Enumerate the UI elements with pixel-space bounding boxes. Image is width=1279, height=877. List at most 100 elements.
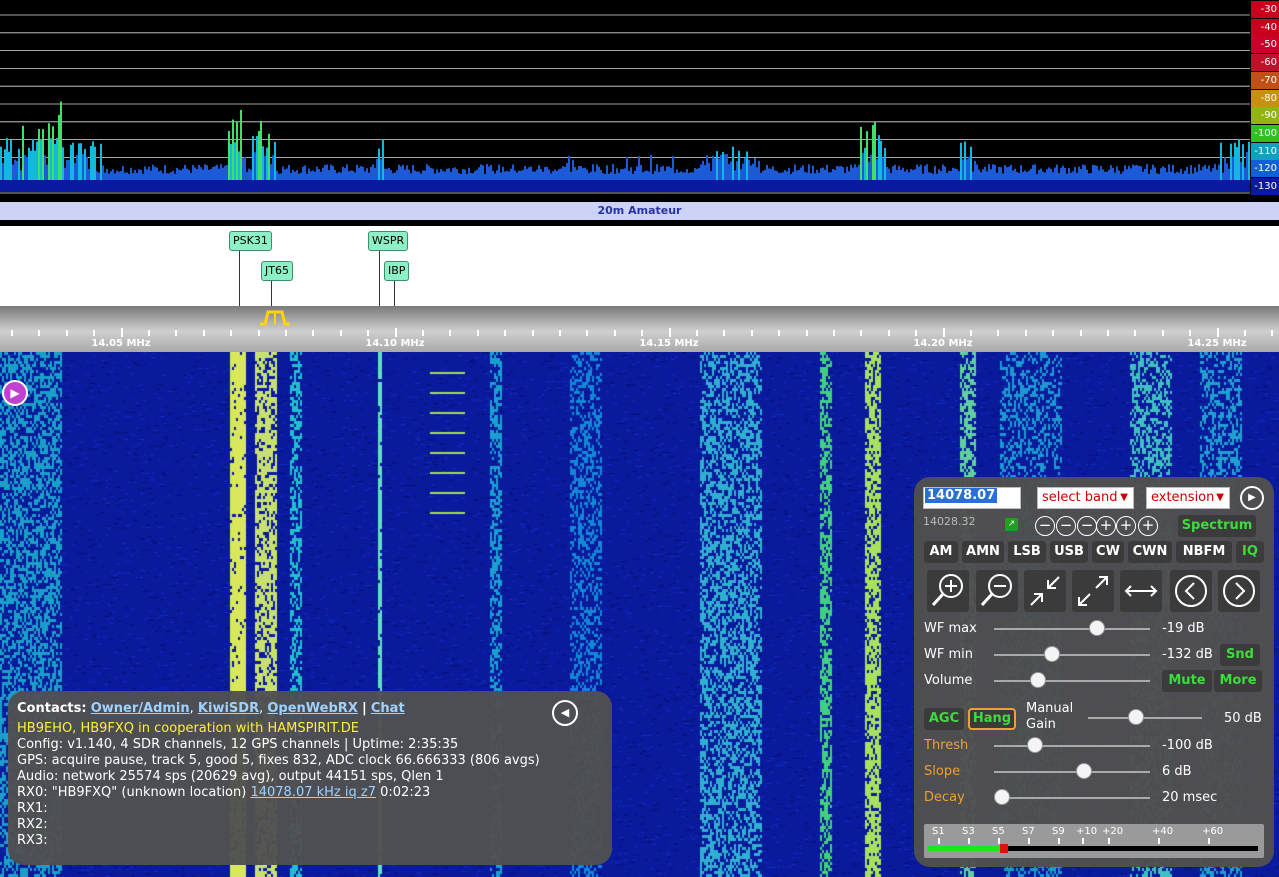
zoom-max-in-icon[interactable] [1024,570,1066,612]
spectrum-bin [766,164,768,180]
step-up-small-icon[interactable]: + [1096,516,1116,536]
spectrum-bin [546,166,548,180]
play-icon[interactable]: ▶ [1240,486,1264,510]
select-band-dropdown[interactable]: select band ▼ [1037,487,1134,509]
play-icon[interactable]: ▶ [2,380,28,406]
spectrum-display[interactable]: -30 -40 -50 -60 -70 -80 -90 -100 -110 -120 -130 [0,0,1279,198]
zoom-in-icon[interactable] [927,570,969,612]
spectrum-bin [1218,164,1220,180]
rx0-freq-link[interactable]: 14078.07 kHz iq z7 [250,785,376,800]
wf-max-slider[interactable] [994,628,1150,630]
link-icon[interactable]: ↗ [1005,518,1018,531]
snd-button[interactable]: Snd [1220,644,1260,666]
rx0-time: 0:02:23 [380,785,431,800]
spectrum-bin [1200,170,1202,180]
spectrum-bin [1206,168,1208,180]
swap-arrows-icon[interactable] [1120,570,1162,612]
wf-min-label: WF min [924,647,973,662]
spectrum-bin [966,159,968,180]
collapse-left-icon[interactable]: ◀ [552,700,578,726]
dx-label-jt65[interactable]: JT65 [261,261,293,281]
wf-max-value: -19 dB [1162,621,1205,636]
dx-label-ibp[interactable]: IBP [384,261,410,281]
step-down-medium-icon[interactable]: − [1056,516,1076,536]
chat-link[interactable]: Chat [371,701,405,716]
spectrum-bin [128,173,130,180]
more-button[interactable]: More [1214,670,1262,692]
spectrum-bin [1022,171,1024,180]
spectrum-bin [1070,172,1072,180]
mode-iq-button[interactable]: IQ [1236,541,1264,563]
mode-lsb-button[interactable]: LSB [1008,541,1046,563]
owner-admin-link[interactable]: Owner/Admin [91,701,190,716]
spectrum-bin [278,173,280,180]
spectrum-bin [480,164,482,180]
thresh-thumb[interactable] [1026,737,1043,753]
mode-usb-button[interactable]: USB [1050,541,1088,563]
spectrum-bin [418,171,420,180]
agc-button[interactable]: AGC [924,708,964,730]
spectrum-bin [1032,164,1034,180]
step-down-large-icon[interactable]: − [1035,516,1055,536]
spectrum-bin [250,169,252,180]
scale-tick [1162,330,1164,336]
zoom-out-icon[interactable] [976,570,1018,612]
kiwisdr-receiver: -30 -40 -50 -60 -70 -80 -90 -100 -110 -120 -130 20… [0,0,1279,877]
spectrum-bin [908,172,910,180]
spectrum-bin [380,159,382,180]
extension-dropdown[interactable]: extension ▼ [1146,487,1230,509]
mode-cw-button[interactable]: CW [1092,541,1124,563]
spectrum-bin [246,171,248,180]
dx-label-wspr[interactable]: WSPR [368,231,409,251]
gain-thumb[interactable] [1127,709,1144,725]
step-up-medium-icon[interactable]: + [1116,516,1136,536]
spectrum-button[interactable]: Spectrum [1178,515,1256,537]
slope-slider[interactable] [994,771,1150,773]
spectrum-bin [750,165,752,180]
passband-marker[interactable] [259,309,291,327]
spectrum-bin [276,170,278,180]
spectrum-bin [400,166,402,180]
spectrum-bin [644,171,646,180]
mode-nbfm-button[interactable]: NBFM [1176,541,1232,563]
spectrum-bin [242,158,244,180]
thresh-slider[interactable] [994,745,1150,747]
page-left-icon[interactable] [1170,570,1212,612]
spectrum-bin [910,169,912,180]
wf-max-thumb[interactable] [1088,620,1105,636]
gain-slider[interactable] [1088,717,1202,719]
mode-amn-button[interactable]: AMN [962,541,1004,563]
wf-min-thumb[interactable] [1043,646,1060,662]
db-scale-label: -50 [1251,36,1279,54]
step-up-large-icon[interactable]: + [1138,516,1158,536]
spectrum-bin [1092,164,1094,180]
spectrum-bin [600,170,602,180]
dx-stem [394,281,395,306]
decay-slider[interactable] [994,797,1150,799]
decay-thumb[interactable] [993,789,1010,805]
openwebrx-link[interactable]: OpenWebRX [267,701,357,716]
mode-cwn-button[interactable]: CWN [1128,541,1172,563]
band-bar[interactable]: 20m Amateur [0,202,1279,220]
volume-thumb[interactable] [1029,672,1046,688]
spectrum-bin [1002,173,1004,180]
spectrum-bin [1172,164,1174,180]
slope-value: 6 dB [1162,764,1192,779]
kiwisdr-link[interactable]: KiwiSDR [198,701,259,716]
frequency-input[interactable]: 14078.07 [923,487,1021,509]
spectrum-bin [1088,173,1090,180]
wf-min-slider[interactable] [994,654,1150,656]
zoom-max-out-icon[interactable] [1072,570,1114,612]
mode-am-button[interactable]: AM [924,541,958,563]
mute-button[interactable]: Mute [1162,670,1212,692]
slope-thumb[interactable] [1076,763,1093,779]
scale-tick [559,330,561,336]
dx-label-psk31[interactable]: PSK31 [229,231,272,251]
step-down-small-icon[interactable]: − [1077,516,1097,536]
spectrum-bin [912,169,914,180]
s-meter: S1 S3 S5 S7 S9 +10 +20 +40 +60 [924,824,1264,858]
volume-slider[interactable] [994,680,1150,682]
hang-button[interactable]: Hang [968,708,1016,730]
frequency-scale[interactable]: 14.05 MHz 14.10 MHz 14.15 MHz 14.20 MHz … [0,306,1279,352]
page-right-icon[interactable] [1218,570,1260,612]
